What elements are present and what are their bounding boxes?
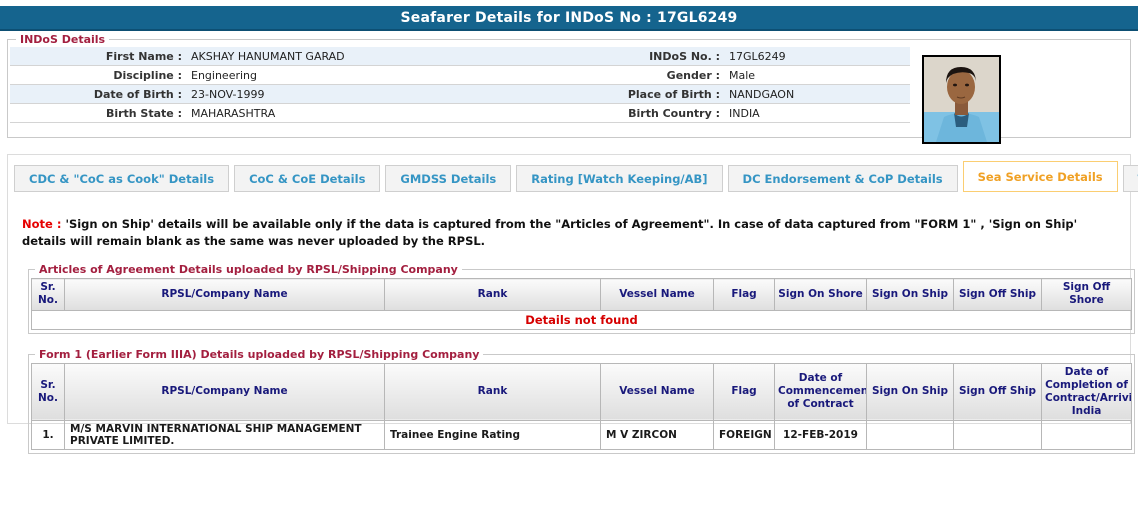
col-date-commencement: Date of Commencement of Contract <box>775 363 867 421</box>
table-row: 1. M/S MARVIN INTERNATIONAL SHIP MANAGEM… <box>32 421 1132 450</box>
agreement-empty-row: Details not found <box>32 310 1132 329</box>
col-rank: Rank <box>385 279 601 310</box>
tab-sea-service[interactable]: Sea Service Details <box>963 161 1118 192</box>
birth-state-value: MAHARASHTRA <box>182 107 570 120</box>
col-sign-on-ship: Sign On Ship <box>867 363 954 421</box>
place-of-birth-label: Place of Birth <box>570 88 720 101</box>
birth-country-label: Birth Country <box>570 107 720 120</box>
cell-vessel-name: M V ZIRCON <box>601 421 714 450</box>
form1-header-row: Sr. No. RPSL/Company Name Rank Vessel Na… <box>32 363 1132 421</box>
birth-country-value: INDIA <box>720 107 910 120</box>
sign-on-ship-note: Note : 'Sign on Ship' details will be av… <box>22 216 1116 249</box>
col-sign-off-ship: Sign Off Ship <box>954 279 1042 310</box>
tab-strip: CDC & "CoC as Cook" Details CoC & CoE De… <box>8 155 1130 192</box>
details-not-found-message: Details not found <box>32 310 1132 329</box>
cell-rank: Trainee Engine Rating <box>385 421 601 450</box>
col-rank: Rank <box>385 363 601 421</box>
agreement-header-row: Sr. No. RPSL/Company Name Rank Vessel Na… <box>32 279 1132 310</box>
birth-state-label: Birth State <box>10 107 182 120</box>
form1-details-section: Form 1 (Earlier Form IIIA) Details uploa… <box>28 348 1135 455</box>
col-vessel-name: Vessel Name <box>601 363 714 421</box>
col-sign-off-shore: Sign Off Shore <box>1042 279 1132 310</box>
tab-cdc-coc-as-cook[interactable]: CDC & "CoC as Cook" Details <box>14 165 229 192</box>
col-flag: Flag <box>714 363 775 421</box>
tab-rating-watch-keeping[interactable]: Rating [Watch Keeping/AB] <box>516 165 722 192</box>
cell-sign-on-ship <box>867 421 954 450</box>
cell-date-commencement: 12-FEB-2019 <box>775 421 867 450</box>
gender-label: Gender <box>570 69 720 82</box>
indos-details-section: INDoS Details First Name AKSHAY HANUMANT… <box>7 33 1131 138</box>
note-text: 'Sign on Ship' details will be available… <box>22 217 1077 248</box>
col-flag: Flag <box>714 279 775 310</box>
cell-rpsl-company: M/S MARVIN INTERNATIONAL SHIP MANAGEMENT… <box>65 421 385 450</box>
cell-sr-no: 1. <box>32 421 65 450</box>
agreement-details-legend: Articles of Agreement Details uploaded b… <box>35 263 462 276</box>
form1-details-table: Sr. No. RPSL/Company Name Rank Vessel Na… <box>31 363 1132 451</box>
col-rpsl-company: RPSL/Company Name <box>65 279 385 310</box>
cell-date-completion <box>1042 421 1132 450</box>
indos-no-label: INDoS No. <box>570 50 720 63</box>
indos-details-rows: First Name AKSHAY HANUMANT GARAD INDoS N… <box>10 47 910 123</box>
col-date-completion: Date of Completion of Contract/Arriving … <box>1042 363 1132 421</box>
seafarer-photo <box>922 55 1001 144</box>
indos-no-value: 17GL6249 <box>720 50 910 63</box>
indos-row-birth-date: Date of Birth 23-NOV-1999 Place of Birth… <box>10 85 910 104</box>
agreement-details-section: Articles of Agreement Details uploaded b… <box>28 263 1135 333</box>
cell-flag: FOREIGN <box>714 421 775 450</box>
gender-value: Male <box>720 69 910 82</box>
col-rpsl-company: RPSL/Company Name <box>65 363 385 421</box>
tab-coc-coe[interactable]: CoC & CoE Details <box>234 165 380 192</box>
title-bar: Seafarer Details for INDoS No : 17GL6249 <box>0 6 1138 31</box>
col-sr-no: Sr. No. <box>32 363 65 421</box>
indos-details-legend: INDoS Details <box>16 33 109 46</box>
tab-dc-endorsement-cop[interactable]: DC Endorsement & CoP Details <box>728 165 958 192</box>
place-of-birth-value: NANDGAON <box>720 88 910 101</box>
tab-training[interactable]: Training Details <box>1123 165 1138 192</box>
col-sign-on-ship: Sign On Ship <box>867 279 954 310</box>
seafarer-photo-image <box>924 57 999 142</box>
col-sr-no: Sr. No. <box>32 279 65 310</box>
indos-row-discipline: Discipline Engineering Gender Male <box>10 66 910 85</box>
cell-sign-off-ship <box>954 421 1042 450</box>
discipline-value: Engineering <box>182 69 570 82</box>
indos-row-name: First Name AKSHAY HANUMANT GARAD INDoS N… <box>10 47 910 66</box>
first-name-label: First Name <box>10 50 182 63</box>
col-sign-off-ship: Sign Off Ship <box>954 363 1042 421</box>
date-of-birth-label: Date of Birth <box>10 88 182 101</box>
agreement-details-table: Sr. No. RPSL/Company Name Rank Vessel Na… <box>31 278 1132 329</box>
indos-row-birth-state: Birth State MAHARASHTRA Birth Country IN… <box>10 104 910 123</box>
note-prefix: Note : <box>22 217 61 231</box>
col-sign-on-shore: Sign On Shore <box>775 279 867 310</box>
first-name-value: AKSHAY HANUMANT GARAD <box>182 50 570 63</box>
tab-gmdss[interactable]: GMDSS Details <box>385 165 511 192</box>
tab-panel: CDC & "CoC as Cook" Details CoC & CoE De… <box>7 154 1131 424</box>
page-title: Seafarer Details for INDoS No : 17GL6249 <box>401 10 738 26</box>
discipline-label: Discipline <box>10 69 182 82</box>
date-of-birth-value: 23-NOV-1999 <box>182 88 570 101</box>
form1-details-legend: Form 1 (Earlier Form IIIA) Details uploa… <box>35 348 483 361</box>
col-vessel-name: Vessel Name <box>601 279 714 310</box>
